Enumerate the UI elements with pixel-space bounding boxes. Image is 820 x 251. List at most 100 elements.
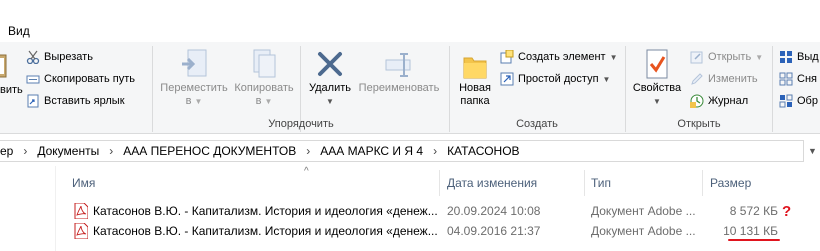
delete-caret: ▼ (305, 95, 355, 108)
ribbon-separator (772, 46, 773, 132)
delete-button[interactable]: Удалить ▼ (305, 48, 355, 108)
rename-label: Переименовать (358, 82, 440, 94)
chevron-right-icon[interactable]: › (427, 144, 443, 158)
invert-selection-label: Обр (797, 95, 818, 107)
chevron-down-icon: ▼ (808, 146, 817, 156)
file-size: 10 131 КБ (723, 224, 778, 238)
copy-path-label: Скопировать путь (44, 73, 135, 85)
new-item-label: Создать элемент (518, 51, 606, 63)
invert-selection-icon (779, 94, 793, 108)
chevron-right-icon[interactable]: › (17, 144, 33, 158)
paste-shortcut-button[interactable]: Вставить ярлык (26, 94, 125, 108)
column-divider[interactable] (702, 170, 703, 196)
file-name-cell: Катасонов В.Ю. - Капитализм. История и и… (74, 201, 438, 221)
pdf-file-icon (74, 223, 88, 239)
copy-to-button[interactable]: Копировать в ▼ (230, 48, 298, 108)
column-divider[interactable] (439, 170, 440, 196)
column-header-date[interactable]: Дата изменения (447, 170, 537, 196)
navigation-pane[interactable] (0, 166, 56, 251)
address-bar[interactable]: ер › Документы › ААА ПЕРЕНОС ДОКУМЕНТОВ … (0, 140, 804, 162)
column-header-size[interactable]: Размер (710, 170, 751, 196)
chevron-down-icon: ▼ (602, 74, 611, 84)
scissors-icon (26, 50, 40, 64)
cut-button[interactable]: Вырезать (26, 50, 93, 64)
column-header-type[interactable]: Тип (591, 170, 611, 196)
breadcrumb-item[interactable]: Документы (33, 144, 103, 158)
edit-button[interactable]: Изменить (690, 72, 758, 86)
easy-access-label: Простой доступ (518, 73, 599, 85)
chevron-right-icon[interactable]: › (103, 144, 119, 158)
open-icon (690, 51, 703, 64)
properties-button[interactable]: Свойства ▼ (628, 48, 686, 108)
rename-button[interactable]: Переименовать (354, 48, 444, 95)
file-type: Документ Adobe ... (591, 224, 696, 238)
open-label: Открыть (708, 51, 752, 63)
new-item-icon (500, 50, 514, 64)
copy-path-button[interactable]: Скопировать путь (26, 72, 135, 86)
paste-button[interactable]: вить (0, 52, 23, 96)
select-all-button[interactable]: Выд (779, 50, 819, 64)
ribbon-separator (625, 46, 626, 132)
ribbon-separator (152, 46, 153, 132)
new-folder-button[interactable]: Новая папка (452, 48, 498, 108)
properties-label: Свойства (632, 82, 682, 94)
breadcrumb-item[interactable]: ААА ПЕРЕНОС ДОКУМЕНТОВ (119, 144, 300, 158)
file-date: 04.09.2016 21:37 (447, 224, 541, 238)
chevron-down-icon: ▼ (264, 97, 273, 106)
select-all-icon (780, 51, 792, 63)
paste-label: вить (0, 84, 23, 96)
tab-view[interactable]: Вид (8, 24, 30, 38)
group-label-create: Создать (516, 118, 558, 130)
chevron-right-icon[interactable]: › (300, 144, 316, 158)
move-to-button[interactable]: Переместить в ▼ (156, 48, 232, 108)
group-label-organize: Упорядочить (268, 118, 334, 130)
breadcrumb-item[interactable]: ер (0, 144, 17, 158)
chevron-down-icon: ▼ (194, 97, 203, 106)
clipboard-icon (0, 54, 7, 78)
file-row[interactable]: Катасонов В.Ю. - Капитализм. История и и… (58, 201, 820, 221)
edit-pencil-icon (691, 73, 703, 85)
ribbon: вить Вырезать Скопировать путь Вставить … (0, 42, 820, 134)
question-mark-text: ? (782, 202, 792, 220)
chevron-down-icon: ▼ (326, 97, 334, 106)
new-folder-label-2: папка (460, 95, 490, 107)
column-header-row: ^ Имя Дата изменения Тип Размер (58, 166, 820, 196)
address-history-dropdown[interactable]: ▼ (805, 140, 820, 162)
pdf-file-icon (74, 203, 88, 219)
move-to-label-2: в ▼ (185, 95, 203, 107)
easy-access-icon (500, 72, 514, 86)
open-button[interactable]: Открыть ▼ (690, 50, 763, 64)
column-divider[interactable] (584, 170, 585, 196)
chevron-down-icon: ▼ (755, 52, 764, 62)
file-name: Катасонов В.Ю. - Капитализм. История и и… (93, 224, 438, 238)
copy-to-label-1: Копировать (234, 82, 294, 94)
breadcrumb-item[interactable]: ААА МАРКС И Я 4 (316, 144, 427, 158)
properties-icon (646, 49, 668, 79)
ribbon-separator (449, 46, 450, 132)
properties-caret: ▼ (628, 95, 686, 108)
folder-icon (463, 57, 487, 79)
invert-selection-button[interactable]: Обр (779, 94, 818, 108)
select-all-label: Выд (797, 51, 819, 63)
paste-shortcut-icon (27, 94, 39, 108)
file-name-cell: Катасонов В.Ю. - Капитализм. История и и… (74, 221, 438, 241)
history-icon (690, 94, 704, 108)
delete-x-icon (318, 52, 342, 76)
history-label: Журнал (708, 95, 749, 107)
new-item-button[interactable]: Создать элемент ▼ (500, 50, 617, 64)
select-none-button[interactable]: Сня (779, 72, 817, 86)
sort-ascending-icon: ^ (304, 166, 309, 177)
chevron-down-icon: ▼ (609, 52, 618, 62)
file-date: 20.09.2024 10:08 (447, 204, 541, 218)
column-header-name[interactable]: Имя (72, 170, 95, 196)
breadcrumb-item[interactable]: КАТАСОНОВ (443, 144, 523, 158)
edit-label: Изменить (708, 73, 758, 85)
select-none-icon (779, 72, 793, 86)
history-button[interactable]: Журнал (690, 94, 748, 108)
move-to-icon (182, 49, 207, 77)
file-row[interactable]: Катасонов В.Ю. - Капитализм. История и и… (58, 221, 820, 241)
easy-access-button[interactable]: Простой доступ ▼ (500, 72, 610, 86)
copy-to-label-2: в ▼ (255, 95, 273, 107)
cut-label: Вырезать (44, 51, 93, 63)
file-type: Документ Adobe ... (591, 204, 696, 218)
